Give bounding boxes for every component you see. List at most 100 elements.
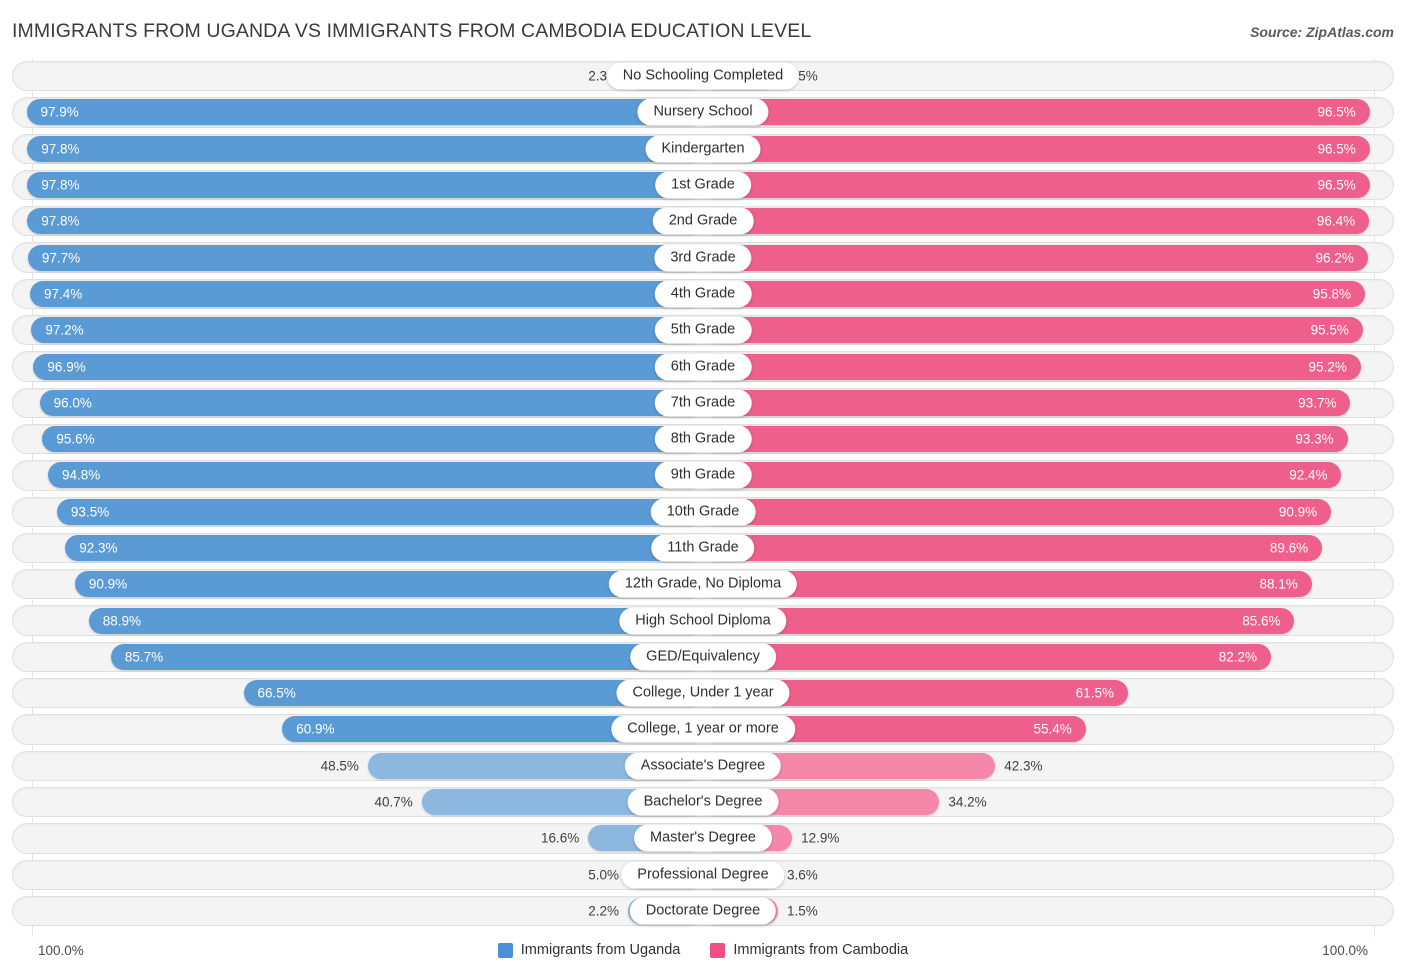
chart-plot-area: 2.3% 3.5% No Schooling Completed 97.9% 96.5%… (0, 58, 1406, 937)
category-label: Associate's Degree (624, 752, 782, 780)
bar-value-label: 16.6% (541, 830, 580, 846)
bar-value-label: 34.2% (948, 794, 987, 810)
bar-value-label: 61.5% (1075, 685, 1114, 701)
bar-left: 97.2% (31, 317, 703, 344)
category-label: Professional Degree (621, 861, 785, 889)
bar-row: 94.8% 92.4% 9th Grade (0, 457, 1406, 493)
bar-left: 96.0% (39, 389, 703, 416)
bar-value-label: 40.7% (374, 794, 413, 810)
bar-row: 40.7% 34.2% Bachelor's Degree (0, 784, 1406, 820)
category-label: 4th Grade (654, 280, 752, 308)
chart-header: IMMIGRANTS FROM UGANDA VS IMMIGRANTS FRO… (0, 0, 1406, 58)
bar-value-label: 95.2% (1308, 358, 1347, 374)
chart-root: IMMIGRANTS FROM UGANDA VS IMMIGRANTS FRO… (0, 0, 1406, 975)
bar-row: 97.8% 96.4% 2nd Grade (0, 203, 1406, 239)
bar-right: 95.8% (703, 280, 1365, 307)
category-label: 5th Grade (654, 316, 752, 344)
bar-row: 97.8% 96.5% Kindergarten (0, 131, 1406, 167)
bar-right: 92.4% (703, 462, 1342, 489)
bar-value-label: 88.9% (102, 612, 141, 628)
category-label: High School Diploma (619, 607, 787, 635)
bar-value-label: 55.4% (1033, 721, 1072, 737)
bar-row: 5.0% 3.6% Professional Degree (0, 857, 1406, 893)
bar-value-label: 93.7% (1298, 395, 1337, 411)
legend-swatch-icon (710, 942, 726, 958)
bar-value-label: 90.9% (88, 576, 128, 592)
bar-row: 90.9% 88.1% 12th Grade, No Diploma (0, 566, 1406, 602)
bar-row: 66.5% 61.5% College, Under 1 year (0, 675, 1406, 711)
bar-row: 96.9% 95.2% 6th Grade (0, 348, 1406, 384)
category-label: 11th Grade (651, 534, 755, 562)
category-label: Bachelor's Degree (627, 788, 779, 816)
bar-value-label: 85.6% (1242, 612, 1281, 628)
bar-value-label: 85.7% (124, 649, 164, 665)
bar-value-label: 95.5% (1310, 322, 1349, 338)
category-label: College, Under 1 year (616, 679, 790, 707)
bar-right: 85.6% (703, 607, 1295, 634)
bar-value-label: 2.2% (588, 903, 619, 919)
bar-left: 97.4% (29, 280, 703, 307)
bar-row: 97.7% 96.2% 3rd Grade (0, 239, 1406, 275)
bar-left: 95.6% (42, 426, 703, 453)
category-label: 10th Grade (650, 498, 756, 526)
bar-value-label: 89.6% (1269, 540, 1309, 556)
bar-left: 97.9% (26, 99, 703, 126)
category-label: 7th Grade (654, 389, 752, 417)
category-label: 9th Grade (654, 461, 752, 489)
bar-value-label: 95.6% (56, 431, 95, 447)
category-label: Doctorate Degree (629, 897, 777, 925)
bar-value-label: 1.5% (787, 903, 818, 919)
bar-left: 96.9% (33, 353, 703, 380)
legend-item[interactable]: Immigrants from Cambodia (710, 942, 908, 958)
bar-left: 97.8% (27, 172, 703, 199)
bar-row: 88.9% 85.6% High School Diploma (0, 602, 1406, 638)
legend-item[interactable]: Immigrants from Uganda (497, 942, 680, 958)
bar-value-label: 97.2% (45, 322, 84, 338)
category-label: Master's Degree (634, 824, 772, 852)
bar-right: 93.7% (703, 389, 1351, 416)
bar-value-label: 94.8% (61, 467, 101, 483)
bar-row: 85.7% 82.2% GED/Equivalency (0, 639, 1406, 675)
bar-value-label: 92.3% (79, 540, 118, 556)
bar-row: 97.2% 95.5% 5th Grade (0, 312, 1406, 348)
bar-row: 2.2% 1.5% Doctorate Degree (0, 893, 1406, 929)
bar-value-label: 93.3% (1295, 431, 1334, 447)
bar-row: 97.4% 95.8% 4th Grade (0, 276, 1406, 312)
bar-value-label: 96.5% (1317, 104, 1356, 120)
bar-row: 48.5% 42.3% Associate's Degree (0, 748, 1406, 784)
bar-value-label: 42.3% (1004, 758, 1043, 774)
bar-right: 93.3% (703, 426, 1348, 453)
bar-value-label: 96.5% (1317, 140, 1356, 156)
bar-left: 93.5% (56, 498, 703, 525)
category-label: Nursery School (637, 98, 769, 126)
category-label: 2nd Grade (652, 207, 754, 235)
bar-value-label: 97.8% (41, 177, 80, 193)
chart-footer: 100.0% 100.0% Immigrants from Uganda Immi… (0, 937, 1406, 975)
bar-left: 94.8% (47, 462, 703, 489)
bar-right: 96.5% (703, 99, 1370, 126)
bar-value-label: 97.7% (41, 249, 81, 265)
legend-label: Immigrants from Cambodia (733, 942, 909, 958)
bar-rows-container: 2.3% 3.5% No Schooling Completed 97.9% 96.5%… (0, 58, 1406, 929)
bar-row: 2.3% 3.5% No Schooling Completed (0, 58, 1406, 94)
bar-value-label: 96.9% (47, 358, 86, 374)
bar-value-label: 82.2% (1218, 649, 1257, 665)
page-title: IMMIGRANTS FROM UGANDA VS IMMIGRANTS FRO… (12, 20, 812, 42)
category-label: 3rd Grade (654, 244, 752, 272)
bar-row: 93.5% 90.9% 10th Grade (0, 494, 1406, 530)
bar-value-label: 48.5% (320, 758, 359, 774)
bar-row: 97.8% 96.5% 1st Grade (0, 167, 1406, 203)
category-label: College, 1 year or more (611, 715, 795, 743)
bar-row: 92.3% 89.6% 11th Grade (0, 530, 1406, 566)
bar-value-label: 90.9% (1278, 503, 1318, 519)
category-label: 12th Grade, No Diploma (608, 570, 798, 598)
bar-value-label: 5.0% (588, 866, 619, 882)
bar-value-label: 88.1% (1259, 576, 1298, 592)
bar-right: 82.2% (703, 643, 1271, 670)
bar-value-label: 93.5% (70, 503, 110, 519)
bar-left: 97.8% (27, 135, 703, 162)
bar-value-label: 96.4% (1316, 213, 1356, 229)
category-label: No Schooling Completed (606, 62, 800, 90)
bar-value-label: 96.2% (1315, 249, 1354, 265)
bar-left: 92.3% (65, 535, 703, 561)
